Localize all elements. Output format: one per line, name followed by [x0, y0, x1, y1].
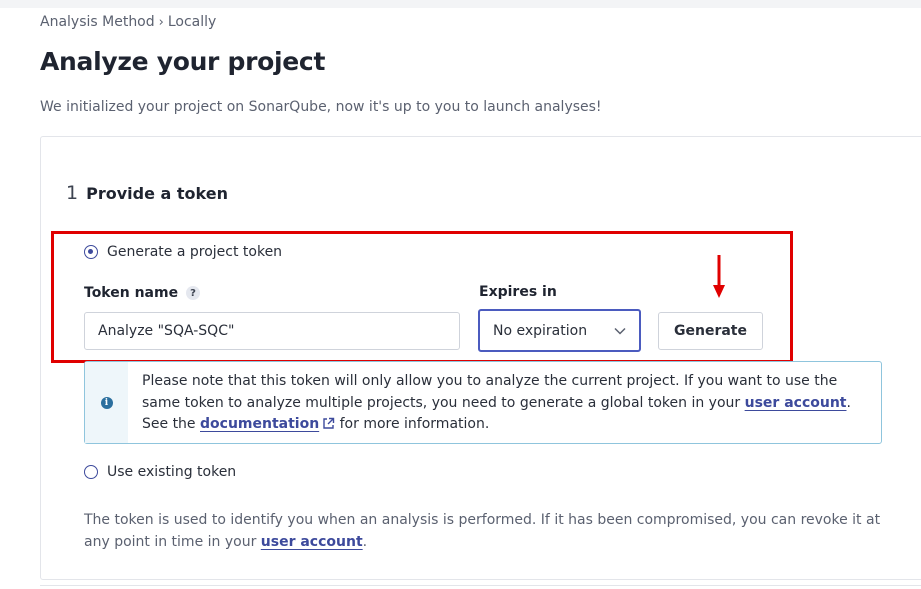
info-line-2: same token to analyze multiple projects,…: [142, 393, 872, 415]
user-account-link[interactable]: user account: [745, 395, 847, 411]
expiration-value: No expiration: [493, 322, 588, 339]
generate-token-label: Generate a project token: [107, 244, 283, 260]
info-line-3: See the documentation for more informati…: [142, 414, 872, 436]
existing-token-radio[interactable]: Use existing token: [84, 464, 236, 480]
expires-in-label: Expires in: [479, 284, 557, 300]
token-usage-note-end: .: [362, 533, 368, 550]
info-text: Please note that this token will only al…: [142, 371, 872, 436]
info-icon: i: [100, 396, 113, 409]
radio-unchecked-icon[interactable]: [84, 465, 98, 479]
step-header: 1 Provide a token: [66, 182, 228, 204]
user-account-link-footer[interactable]: user account: [261, 534, 363, 550]
info-line-1: Please note that this token will only al…: [142, 373, 838, 389]
token-usage-note: The token is used to identify you when a…: [84, 510, 884, 553]
radio-checked-icon[interactable]: [84, 245, 98, 259]
page-subtitle: We initialized your project on SonarQube…: [40, 99, 602, 115]
token-name-input[interactable]: [84, 312, 460, 350]
info-line-3-end: for more information.: [335, 416, 490, 432]
expiration-select[interactable]: No expiration: [478, 309, 641, 352]
info-icon-column: i: [85, 362, 128, 443]
token-name-label: Token name ?: [84, 285, 201, 301]
documentation-link[interactable]: documentation: [200, 416, 335, 432]
breadcrumb-current: Locally: [167, 14, 217, 30]
documentation-link-label: documentation: [200, 416, 320, 432]
info-line-2-text: same token to analyze multiple projects,…: [142, 394, 741, 411]
divider: [40, 585, 921, 586]
generate-button[interactable]: Generate: [658, 312, 763, 350]
step-title: Provide a token: [86, 183, 228, 203]
info-alert: i Please note that this token will only …: [84, 361, 882, 444]
existing-token-label: Use existing token: [107, 464, 237, 480]
top-bar: [0, 0, 921, 8]
breadcrumb: Analysis Method › Locally: [40, 14, 216, 30]
external-link-icon: [323, 417, 335, 429]
question-mark-icon[interactable]: ?: [186, 286, 201, 300]
breadcrumb-separator-icon: ›: [158, 14, 164, 30]
info-line-2-end: .: [846, 394, 851, 411]
generate-token-radio[interactable]: Generate a project token: [84, 244, 282, 260]
token-name-label-text: Token name: [84, 285, 179, 301]
token-usage-note-text: The token is used to identify you when a…: [84, 512, 881, 550]
breadcrumb-parent[interactable]: Analysis Method: [40, 14, 155, 30]
info-line-3-text: See the: [142, 416, 196, 432]
step-number: 1: [66, 182, 79, 204]
red-arrow-icon: [713, 255, 725, 298]
chevron-down-icon: [614, 327, 626, 335]
page-title: Analyze your project: [40, 47, 326, 76]
